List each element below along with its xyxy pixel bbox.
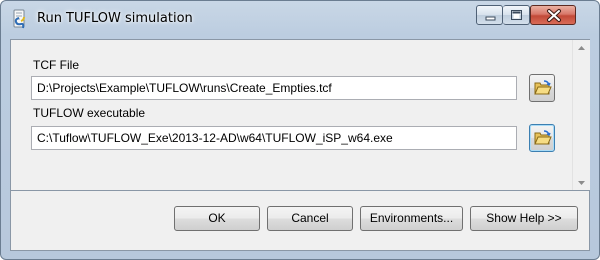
vertical-scrollbar[interactable]	[572, 40, 590, 190]
parameters-panel: TCF File D:\Projects\Example\TUFLOW\runs…	[10, 39, 590, 191]
tuflow-executable-input[interactable]: C:\Tuflow\TUFLOW_Exe\2013-12-AD\w64\TUFL…	[31, 126, 517, 150]
open-folder-icon	[534, 130, 552, 145]
cancel-button[interactable]: Cancel	[267, 206, 353, 231]
ok-button[interactable]: OK	[174, 206, 260, 231]
browse-tcf-button[interactable]	[529, 74, 555, 102]
tcf-file-label: TCF File	[33, 58, 79, 72]
show-help-button[interactable]: Show Help >>	[470, 206, 578, 231]
minimize-icon	[485, 16, 496, 21]
tcf-file-input[interactable]: D:\Projects\Example\TUFLOW\runs\Create_E…	[31, 76, 517, 100]
minimize-button[interactable]	[476, 5, 503, 25]
tuflow-executable-label: TUFLOW executable	[33, 106, 146, 120]
open-folder-icon	[534, 80, 552, 95]
scroll-up-arrow-icon[interactable]	[577, 45, 586, 51]
dialog-window: Run TUFLOW simulation TCF File D:\Projec…	[0, 0, 600, 260]
close-button[interactable]	[530, 5, 576, 25]
python-script-icon	[13, 9, 25, 29]
window-title: Run TUFLOW simulation	[37, 11, 193, 26]
close-icon	[547, 9, 561, 22]
maximize-icon	[511, 10, 522, 20]
maximize-button[interactable]	[503, 5, 530, 25]
title-bar[interactable]: Run TUFLOW simulation	[1, 1, 599, 37]
environments-button[interactable]: Environments...	[360, 206, 463, 231]
browse-executable-button[interactable]	[529, 124, 555, 152]
scroll-down-arrow-icon[interactable]	[577, 180, 586, 186]
